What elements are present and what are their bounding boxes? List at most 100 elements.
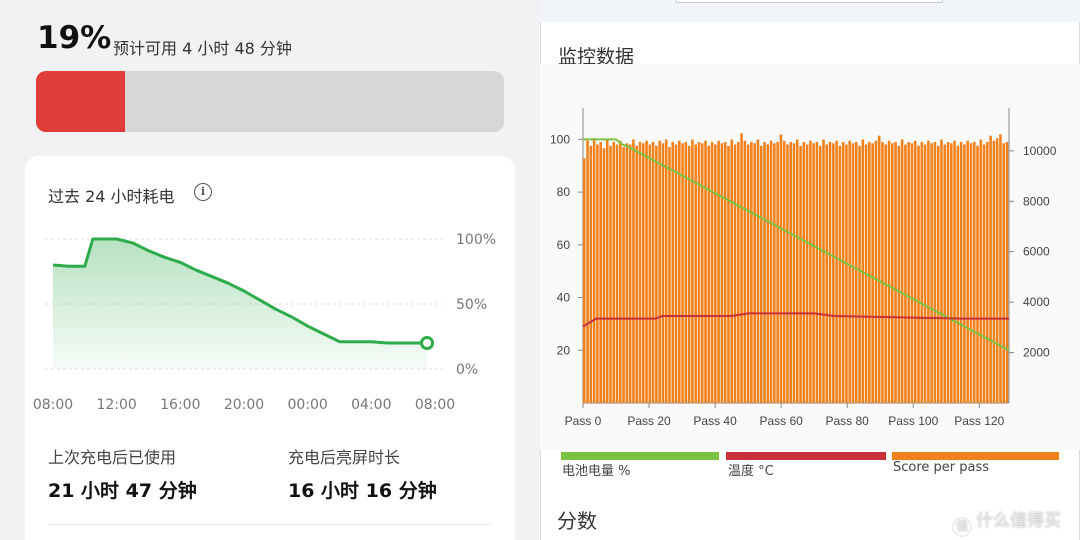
score-bar xyxy=(776,142,779,403)
score-bar xyxy=(1005,142,1009,403)
score-bar xyxy=(943,144,947,403)
score-bar xyxy=(891,143,894,404)
legend-swatch-score xyxy=(892,452,1059,460)
score-bar xyxy=(782,140,786,403)
x-tick-label: Pass 40 xyxy=(693,414,737,428)
score-bar xyxy=(812,143,815,404)
y-left-tick-label: 80 xyxy=(557,185,571,199)
score-bar xyxy=(786,144,789,403)
y-right-tick-label: 2000 xyxy=(1023,346,1050,360)
score-bar xyxy=(658,140,661,403)
y-left-tick-label: 100 xyxy=(550,132,570,146)
score-bar xyxy=(946,142,950,403)
stat-label-used-since-charge: 上次充电后已使用 xyxy=(48,448,177,467)
score-bar xyxy=(720,143,724,404)
score-bar xyxy=(592,138,596,403)
score-bar xyxy=(704,140,707,403)
usage-chart: 100% 50% 0% 08:00 12:00 16:00 20:00 00:00 04:00 0… xyxy=(33,232,496,413)
score-bar xyxy=(586,140,589,403)
usage-x-tick-label: 16:00 xyxy=(160,397,200,413)
score-bar xyxy=(655,145,658,404)
score-bar xyxy=(730,139,734,403)
score-bar xyxy=(818,145,822,404)
score-bar xyxy=(641,143,645,404)
usage-card[interactable]: 过去 24 小时耗电 i 100% 50% 0% 08:00 12:00 16:00 20:… xyxy=(25,156,515,540)
card-divider xyxy=(48,524,491,525)
score-bar xyxy=(737,142,740,403)
score-bar xyxy=(979,139,983,403)
usage-y-tick-label: 0% xyxy=(456,362,478,378)
score-bar xyxy=(976,145,979,404)
score-bar xyxy=(989,135,992,403)
score-bar xyxy=(904,144,907,403)
score-bar xyxy=(733,144,737,403)
score-bar xyxy=(740,133,743,403)
score-bar xyxy=(986,142,989,403)
score-bar xyxy=(661,143,665,404)
score-bar xyxy=(953,140,956,403)
score-bar xyxy=(779,134,783,403)
score-bar xyxy=(900,139,904,403)
score-bar xyxy=(691,139,694,403)
x-tick-label: Pass 80 xyxy=(826,414,870,428)
score-bar xyxy=(700,143,704,404)
stat-value-screen-on-time: 16 小时 16 分钟 xyxy=(288,480,437,502)
score-bar xyxy=(832,143,835,404)
score-bar xyxy=(664,139,668,403)
score-bar xyxy=(815,142,819,403)
usage-x-tick-label: 00:00 xyxy=(287,397,327,413)
score-bar xyxy=(841,142,845,403)
score-bar xyxy=(992,140,996,403)
score-bar xyxy=(750,142,753,403)
score-bar xyxy=(871,143,874,404)
score-bar xyxy=(868,142,871,403)
x-tick-label: Pass 20 xyxy=(627,414,671,428)
stat-value-used-since-charge: 21 小时 47 分钟 xyxy=(48,480,197,502)
x-tick-label: Pass 60 xyxy=(759,414,803,428)
y-left-tick-label: 40 xyxy=(557,291,571,305)
score-bar xyxy=(897,145,901,404)
x-tick-label: Pass 120 xyxy=(954,414,1004,428)
score-bar xyxy=(920,142,924,403)
watermark-text: 什么值得买 xyxy=(976,511,1061,531)
score-bar xyxy=(963,144,966,403)
score-bar xyxy=(615,144,619,403)
y-right-tick-label: 10000 xyxy=(1023,144,1057,158)
usage-current-point xyxy=(420,336,435,350)
score-bar xyxy=(710,142,714,403)
score-bar xyxy=(881,142,884,403)
score-bar xyxy=(999,134,1002,403)
score-bar xyxy=(884,144,888,403)
battery-estimate: 预计可用 4 小时 48 分钟 xyxy=(113,39,292,58)
y-right-tick-label: 6000 xyxy=(1023,245,1050,259)
legend-label-battery: 电池电量 % xyxy=(562,464,631,479)
score-bar xyxy=(753,143,756,404)
score-bar xyxy=(805,144,809,403)
score-bar xyxy=(956,145,960,404)
score-bar xyxy=(825,144,829,403)
score-bar xyxy=(599,142,602,403)
score-bar xyxy=(628,144,632,403)
score-bar xyxy=(802,142,806,403)
x-tick-label: Pass 100 xyxy=(888,414,938,428)
usage-x-tick-label: 12:00 xyxy=(96,397,136,413)
score-bar xyxy=(838,145,842,404)
usage-x-tick-label: 04:00 xyxy=(351,397,391,413)
score-bar xyxy=(910,143,914,404)
score-bar xyxy=(632,139,635,403)
score-bar xyxy=(596,144,599,403)
score-bar xyxy=(743,140,747,403)
score-bar xyxy=(828,142,832,403)
score-bar xyxy=(799,145,802,404)
score-bar xyxy=(671,142,675,403)
score-bar xyxy=(858,145,861,404)
legend-label-temperature: 温度 °C xyxy=(728,464,774,479)
legend-label-score: Score per pass xyxy=(893,460,990,475)
score-bar xyxy=(792,143,796,404)
score-bar xyxy=(746,144,750,403)
score-bar xyxy=(809,140,812,403)
score-bar xyxy=(927,140,930,403)
score-bar xyxy=(917,145,920,404)
y-left-tick-label: 20 xyxy=(557,343,571,357)
watermark-logo-icon: 值 xyxy=(952,517,972,537)
